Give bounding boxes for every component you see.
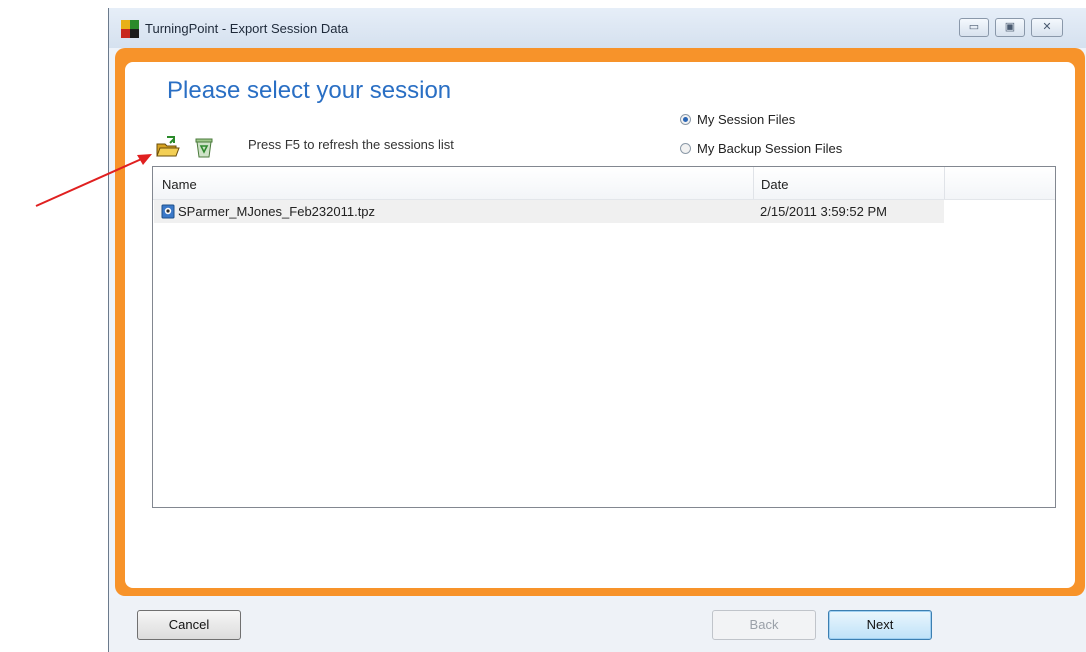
close-icon: ✕ [1042,21,1052,33]
table-row[interactable]: SParmer_MJones_Feb232011.tpz 2/15/2011 3… [154,200,944,223]
button-bar: Cancel Back Next [109,598,1086,652]
list-header: Name Date [153,167,1055,200]
session-file-icon [161,204,175,219]
turningpoint-app-icon [121,20,139,38]
open-folder-icon[interactable] [156,136,180,158]
radio-checked-icon[interactable] [680,114,691,125]
minimize-icon: ▭ [968,21,980,33]
window-title: TurningPoint - Export Session Data [145,21,349,36]
radio-unchecked-icon[interactable] [680,143,691,154]
maximize-icon: ▣ [1004,21,1016,33]
export-session-window: TurningPoint - Export Session Data ▭ ▣ ✕… [108,8,1086,652]
column-header-name[interactable]: Name [162,177,197,192]
column-header-date[interactable]: Date [761,177,788,192]
maximize-button[interactable]: ▣ [995,18,1025,37]
cancel-button[interactable]: Cancel [137,610,241,640]
session-file-name: SParmer_MJones_Feb232011.tpz [178,204,376,219]
radio-label-backup-files: My Backup Session Files [697,141,843,156]
recycle-bin-icon[interactable] [193,136,215,158]
column-divider[interactable] [944,167,945,199]
close-button[interactable]: ✕ [1031,18,1063,37]
page-title: Please select your session [167,77,452,104]
screenshot-stage: TurningPoint - Export Session Data ▭ ▣ ✕… [0,0,1086,652]
radio-label-session-files: My Session Files [697,112,796,127]
session-list[interactable]: Name Date SParmer_MJones_Feb232011.tpz 2… [152,166,1056,508]
title-bar[interactable]: TurningPoint - Export Session Data ▭ ▣ ✕ [109,8,1086,48]
refresh-hint: Press F5 to refresh the sessions list [248,137,454,152]
next-button[interactable]: Next [828,610,932,640]
minimize-button[interactable]: ▭ [959,18,989,37]
radio-my-session-files[interactable]: My Session Files [680,112,795,127]
radio-my-backup-session-files[interactable]: My Backup Session Files [680,141,842,156]
session-file-date: 2/15/2011 3:59:52 PM [760,204,887,219]
back-button[interactable]: Back [712,610,816,640]
column-divider[interactable] [753,167,754,199]
